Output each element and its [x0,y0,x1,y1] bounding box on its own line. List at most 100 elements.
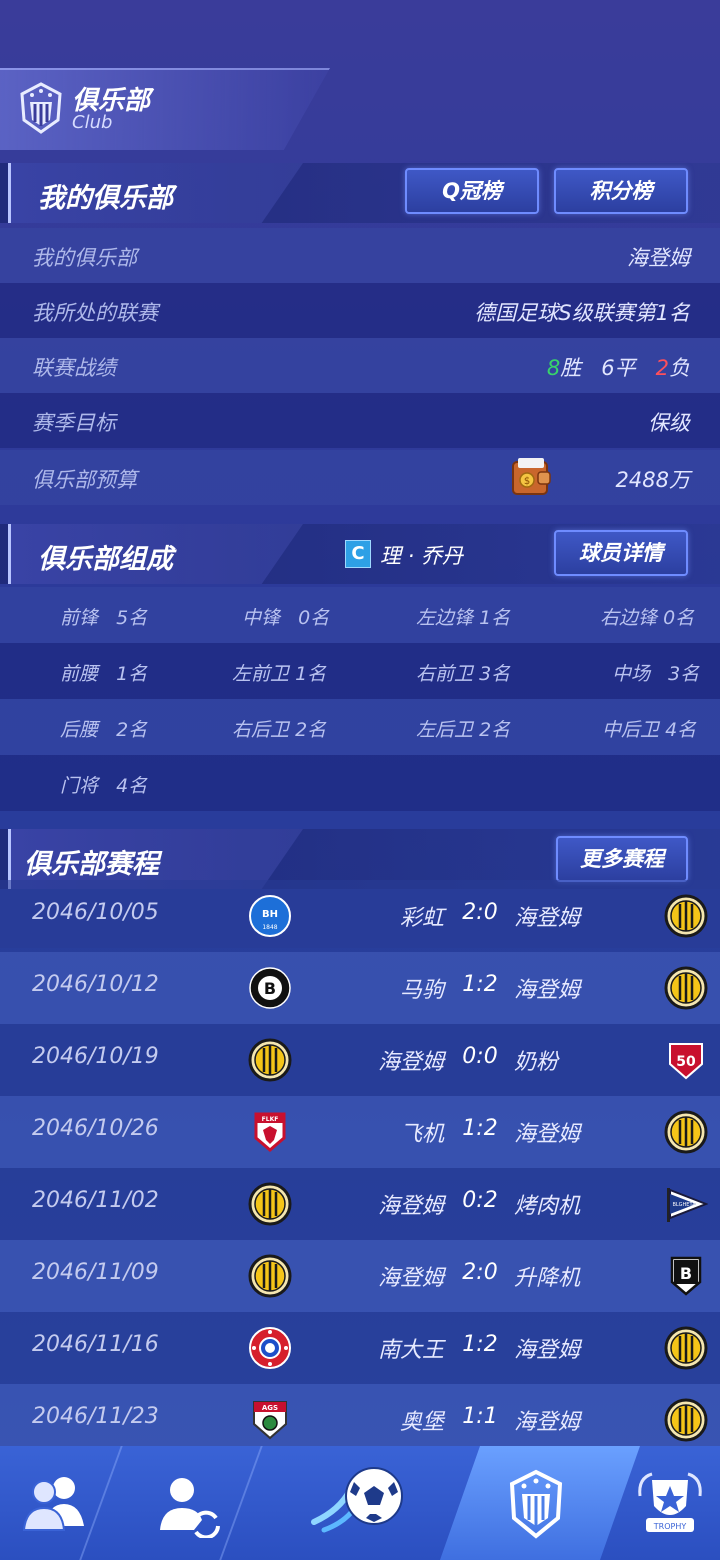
away-team-badge-icon [664,1110,708,1154]
info-row-club: 我的俱乐部 海登姆 [0,228,720,283]
match-date: 2046/11/09 [32,1260,159,1285]
info-row-league: 我所处的联赛 德国足球S级联赛第1名 [0,283,720,338]
match-score: 0:0 [462,1044,498,1069]
league-record: 8胜 6平 2负 [547,352,690,382]
away-team: 海登姆 [514,906,581,931]
losses-count: 2 [655,356,669,380]
away-team-badge-icon [664,1326,708,1370]
away-team: 海登姆 [514,1122,581,1147]
club-crest-icon [20,82,62,134]
match-date: 2046/11/02 [32,1188,159,1213]
position-forward: 前锋 5名 [60,607,148,629]
match-row[interactable]: 2046/11/16 南大王 1:2 海登姆 [0,1312,720,1384]
away-team-badge-icon [664,1398,708,1442]
points-table-button[interactable]: 积分榜 [554,168,688,214]
away-team: 烤肉机 [514,1194,581,1219]
match-row[interactable]: 2046/10/05 BH 1848 彩虹 2:0 海登姆 [0,880,720,948]
match-score: 1:1 [462,1404,498,1429]
position-goalkeeper: 门将 4名 [60,775,148,797]
match-date: 2046/10/19 [32,1044,159,1069]
captain-name: 理 · 乔丹 [380,544,464,568]
badge-text: 1848 [262,924,277,931]
match-score: 1:2 [462,1332,498,1357]
info-label: 赛季目标 [32,411,116,435]
position-center-back: 中后卫 4名 [602,719,697,741]
trophy-label: TROPHY [653,1522,687,1531]
info-label: 俱乐部预算 [32,468,137,492]
info-row-record: 联赛战绩 8胜 6平 2负 [0,338,720,393]
info-label: 我的俱乐部 [32,246,137,270]
position-left-mid: 左前卫 1名 [232,663,327,685]
info-value: 德国足球S级联赛第1名 [474,301,690,325]
draws: 6平 [601,356,636,380]
composition-title: 俱乐部组成 [38,544,173,575]
match-score: 2:0 [462,900,498,925]
badge-text: B [264,979,276,998]
info-value: 海登姆 [627,246,690,270]
budget-value: 2488万 [615,468,690,492]
home-team: 奥堡 [399,1410,444,1435]
home-team-badge-icon: AGS [248,1398,292,1442]
match-row[interactable]: 2046/11/02 海登姆 0:2 烤肉机 BLGHETA [0,1168,720,1240]
home-team-badge-icon [248,1254,292,1298]
wins-label: 胜 [560,356,582,380]
match-row[interactable]: 2046/11/09 海登姆 2:0 升降机 B [0,1240,720,1312]
match-score: 0:2 [462,1188,498,1213]
home-team: 彩虹 [399,906,444,931]
club-nav-icon[interactable] [506,1466,566,1540]
home-team-badge-icon: B [248,966,292,1010]
match-score: 2:0 [462,1260,498,1285]
away-team: 海登姆 [514,1410,581,1435]
wins-count: 8 [546,356,561,380]
position-right-wing: 右边锋 0名 [600,607,695,629]
match-date: 2046/10/26 [32,1116,159,1141]
position-defensive-mid: 后腰 2名 [60,719,148,741]
away-team-badge-icon: BLGHETA [664,1182,709,1226]
badge-text: 50 [676,1054,696,1070]
schedule-title: 俱乐部赛程 [24,849,159,880]
match-row[interactable]: 2046/10/19 海登姆 0:0 奶粉 50 [0,1024,720,1096]
trophy-nav-icon[interactable]: TROPHY [632,1466,708,1542]
position-midfield: 中场 3名 [612,663,700,685]
home-team: 海登姆 [377,1194,444,1219]
badge-text: BH [262,909,278,920]
away-team-badge-icon [664,894,708,938]
match-row[interactable]: 2046/10/12 B 马驹 1:2 海登姆 [0,952,720,1024]
home-team: 飞机 [399,1122,444,1147]
match-date: 2046/11/16 [32,1332,159,1357]
players-nav-icon[interactable] [18,1470,92,1536]
position-center-forward: 中锋 0名 [242,607,330,629]
badge-text: AGS [262,1404,278,1412]
losses-label: 负 [669,356,690,380]
badge-text: B [680,1264,692,1283]
home-team-badge-icon [248,1182,292,1226]
page-subtitle: Club [72,112,113,133]
info-label: 联赛战绩 [32,356,116,380]
info-row-budget: 俱乐部预算 2488万 [0,450,720,505]
position-attacking-mid: 前腰 1名 [60,663,148,685]
transfer-nav-icon[interactable] [154,1472,224,1538]
more-schedule-button[interactable]: 更多赛程 [556,836,688,882]
home-team-badge-icon: FLKF [248,1110,292,1154]
info-label: 我所处的联赛 [32,301,158,325]
captain-badge: C [345,540,371,568]
away-team-badge-icon [664,966,708,1010]
info-value: 保级 [648,411,690,435]
match-date: 2046/11/23 [32,1404,159,1429]
away-team: 海登姆 [514,1338,581,1363]
q-rank-button[interactable]: Q冠榜 [405,168,539,214]
player-details-button[interactable]: 球员详情 [554,530,688,576]
position-right-mid: 右前卫 3名 [416,663,511,685]
match-row[interactable]: 2046/10/26 FLKF 飞机 1:2 海登姆 [0,1096,720,1168]
badge-text: FLKF [262,1116,279,1123]
svg-text:$: $ [524,476,530,487]
my-club-title: 我的俱乐部 [38,183,173,214]
away-team-badge-icon: 50 [664,1038,708,1082]
match-score: 1:2 [462,972,498,997]
match-ball-nav-icon[interactable] [310,1460,410,1540]
home-team: 海登姆 [377,1050,444,1075]
away-team: 升降机 [514,1266,581,1291]
position-left-wing: 左边锋 1名 [416,607,511,629]
position-right-back: 右后卫 2名 [232,719,327,741]
info-row-goal: 赛季目标 保级 [0,393,720,448]
